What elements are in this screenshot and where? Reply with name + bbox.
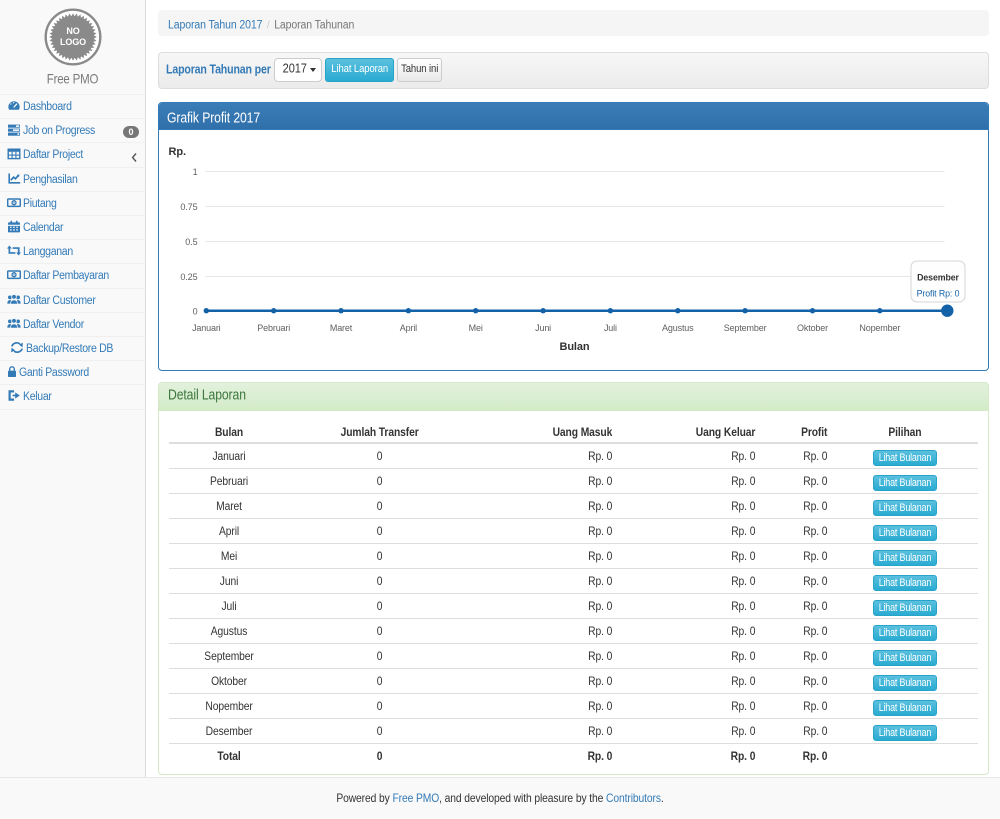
svg-text:0.75: 0.75 xyxy=(180,202,197,212)
svg-text:Pebruari: Pebruari xyxy=(257,323,290,333)
svg-text:NO: NO xyxy=(66,26,79,36)
svg-text:Bulan: Bulan xyxy=(559,341,589,353)
svg-text:Desember: Desember xyxy=(917,273,959,283)
svg-text:Oktober: Oktober xyxy=(797,323,828,333)
svg-text:Mei: Mei xyxy=(469,323,483,333)
svg-text:Rp.: Rp. xyxy=(169,146,186,158)
svg-text:LOGO: LOGO xyxy=(59,37,85,47)
svg-text:0.5: 0.5 xyxy=(185,237,197,247)
svg-text:Juli: Juli xyxy=(604,323,617,333)
svg-text:Juni: Juni xyxy=(535,323,551,333)
svg-text:0.25: 0.25 xyxy=(180,272,197,282)
svg-text:April: April xyxy=(400,323,417,333)
svg-text:0: 0 xyxy=(193,307,198,317)
svg-text:Profit Rp: 0: Profit Rp: 0 xyxy=(917,289,960,299)
svg-text:Maret: Maret xyxy=(330,323,353,333)
svg-text:Januari: Januari xyxy=(192,323,221,333)
svg-text:1: 1 xyxy=(193,167,198,177)
svg-text:September: September xyxy=(724,323,767,333)
svg-text:Nopember: Nopember xyxy=(859,323,900,333)
svg-text:Agustus: Agustus xyxy=(662,323,694,333)
